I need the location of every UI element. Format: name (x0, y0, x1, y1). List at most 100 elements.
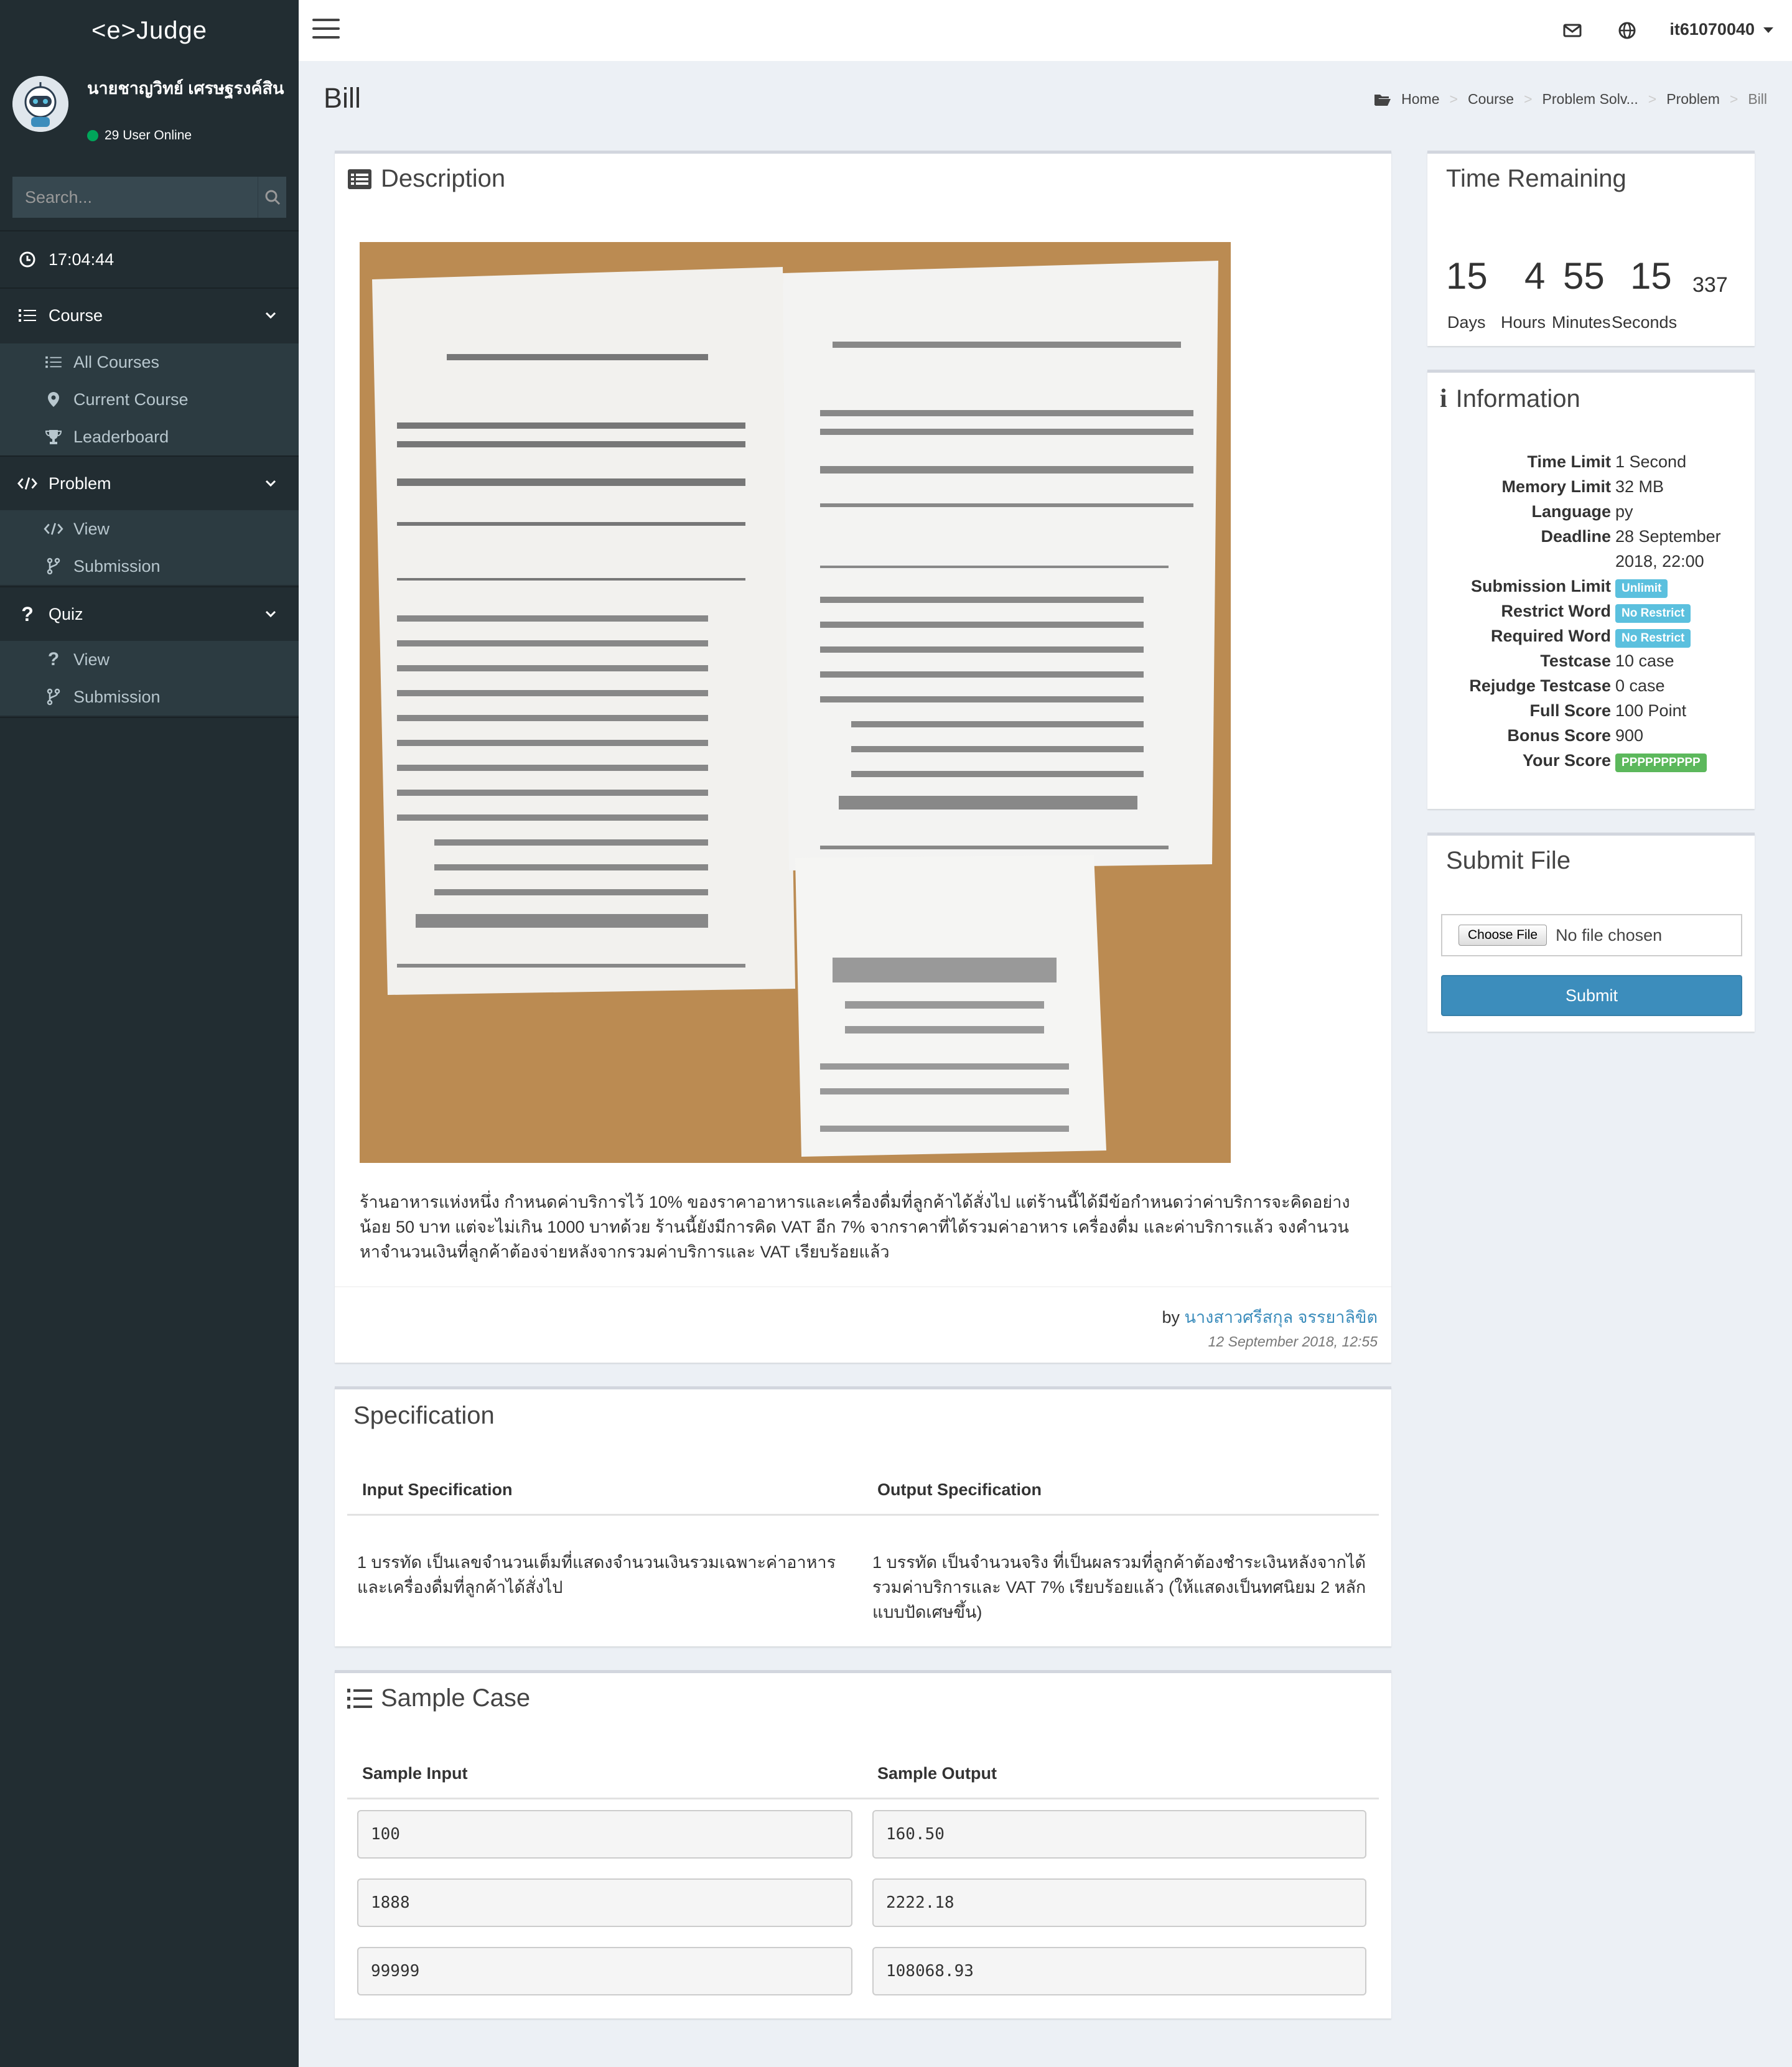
sample-input[interactable]: 1888 (357, 1878, 852, 1927)
sidebar-item-quiz-view[interactable]: ? View (0, 641, 299, 678)
breadcrumb-home[interactable]: Home (1401, 91, 1439, 108)
user-name: นายชาญวิทย์ เศรษฐรงค์สิน (87, 79, 284, 98)
submit-file-box: Submit File Choose File No file chosen S… (1427, 833, 1755, 1032)
sample-output[interactable]: 160.50 (872, 1810, 1366, 1859)
list-alt-icon (348, 169, 371, 189)
course-submenu: All Courses Current Course Leaderboard (0, 343, 299, 455)
code-icon (17, 476, 37, 491)
online-count: 29 User Online (105, 128, 192, 142)
breadcrumb: Home > Course > Problem Solv... > Proble… (1374, 91, 1767, 108)
info-time-limit: Time Limit 1 Second (1527, 452, 1687, 471)
sidebar: <e>Judge นายชาญวิทย์ เศรษฐรงค์สิน 29 Use… (0, 0, 299, 2067)
post-date: 12 September 2018, 12:55 (1208, 1333, 1378, 1350)
online-status: 29 User Online (87, 128, 192, 143)
search-input[interactable] (12, 177, 258, 218)
info-language: Language py (1531, 502, 1633, 521)
info-testcase: Testcase 10 case (1540, 651, 1674, 670)
menu-course-label: Course (49, 306, 103, 325)
info-deadline-time: 2018, 22:00 (1615, 552, 1704, 571)
submit-button[interactable]: Submit (1441, 975, 1742, 1016)
information-box: i Information Time Limit 1 Second Memory … (1427, 370, 1755, 809)
author-line: by นางสาวศรีสกุล จรรยาลิขิต (1162, 1304, 1378, 1330)
caret-down-icon[interactable] (1763, 27, 1773, 33)
envelope-icon[interactable] (1562, 20, 1583, 41)
days-label: Days (1447, 313, 1486, 332)
clock-icon (17, 251, 37, 268)
sidebar-item-label: Submission (73, 687, 161, 706)
code-fork-icon (44, 558, 63, 575)
sidebar-toggle-icon[interactable] (312, 19, 340, 41)
sample-input[interactable]: 99999 (357, 1947, 852, 1995)
chevron-down-icon (265, 480, 276, 487)
sample-output[interactable]: 2222.18 (872, 1878, 1366, 1927)
author-link[interactable]: นางสาวศรีสกุล จรรยาลิขิต (1185, 1308, 1378, 1327)
sample-input[interactable]: 100 (357, 1810, 852, 1859)
sidebar-item-current-course[interactable]: Current Course (0, 381, 299, 418)
by-label: by (1162, 1308, 1180, 1327)
status-badge: No Restrict (1615, 629, 1691, 648)
sample-output-header: Sample Output (877, 1764, 997, 1783)
quiz-submenu: ? View Submission (0, 641, 299, 716)
countdown-ms: 337 (1692, 273, 1728, 297)
info-bonus-score: Bonus Score 900 (1507, 726, 1644, 745)
description-text: ร้านอาหารแห่งหนึ่ง กำหนดค่าบริการไว้ 10%… (360, 1193, 1350, 1261)
info-your-score: Your Score PPPPPPPPPP (1427, 751, 1763, 776)
output-spec-header: Output Specification (877, 1480, 1042, 1499)
status-badge: No Restrict (1615, 604, 1691, 623)
sample-case-box: Sample Case Sample Input Sample Output 1… (335, 1670, 1391, 2018)
sidebar-item-label: View (73, 650, 110, 669)
file-status: No file chosen (1556, 925, 1663, 945)
breadcrumb-problem[interactable]: Problem (1666, 91, 1720, 108)
sidebar-item-label: Current Course (73, 390, 189, 409)
search-button[interactable] (258, 177, 286, 218)
submit-file-title: Submit File (1446, 847, 1571, 874)
sidebar-item-label: Submission (73, 556, 161, 576)
user-menu[interactable]: it61070040 (1669, 20, 1755, 39)
breadcrumb-problem-set[interactable]: Problem Solv... (1542, 91, 1638, 108)
file-input[interactable]: Choose File No file chosen (1441, 914, 1742, 956)
choose-file-button[interactable]: Choose File (1458, 925, 1547, 946)
chevron-down-icon (265, 610, 276, 618)
seconds-label: Seconds (1612, 313, 1678, 332)
status-badge: PPPPPPPPPP (1615, 754, 1707, 772)
breadcrumb-current: Bill (1748, 91, 1767, 107)
info-deadline: Deadline 28 September (1541, 527, 1721, 546)
minutes-label: Minutes (1552, 313, 1611, 332)
time-remaining-box: Time Remaining 15 4 55 15 337 Days Hours… (1427, 151, 1755, 346)
sidebar-item-leaderboard[interactable]: Leaderboard (0, 418, 299, 455)
receipt-image (360, 242, 1231, 1163)
sidebar-item-all-courses[interactable]: All Courses (0, 343, 299, 381)
menu-quiz[interactable]: ? Quiz (0, 596, 299, 632)
app-logo[interactable]: <e>Judge (0, 0, 299, 61)
trophy-icon (44, 429, 63, 445)
sidebar-search (12, 177, 286, 218)
list-icon (44, 355, 63, 369)
globe-icon[interactable] (1617, 20, 1638, 41)
info-icon: i (1440, 385, 1447, 413)
sidebar-item-label: View (73, 519, 110, 538)
sidebar-item-quiz-submission[interactable]: Submission (0, 678, 299, 716)
specification-box: Specification Input Specification Output… (335, 1386, 1391, 1646)
online-dot-icon (87, 130, 98, 141)
clock: 17:04:44 (0, 241, 299, 278)
countdown-seconds: 15 (1630, 255, 1672, 297)
top-navbar: it61070040 (299, 0, 1792, 61)
sidebar-item-label: Leaderboard (73, 427, 169, 446)
sample-output[interactable]: 108068.93 (872, 1947, 1366, 1995)
countdown-hours: 4 (1524, 255, 1546, 297)
menu-course[interactable]: Course (0, 297, 299, 334)
breadcrumb-course[interactable]: Course (1468, 91, 1514, 108)
question-icon: ? (21, 602, 34, 625)
info-submission-limit: Submission Limit Unlimit (1427, 577, 1763, 602)
avatar (12, 76, 68, 132)
sample-case-title: Sample Case (381, 1684, 531, 1712)
sidebar-item-problem-view[interactable]: View (0, 510, 299, 548)
sample-input-header: Sample Input (362, 1764, 468, 1783)
code-icon (44, 522, 63, 536)
map-marker-icon (44, 391, 63, 408)
countdown-days: 15 (1446, 255, 1488, 297)
description-title: Description (381, 165, 506, 192)
countdown-minutes: 55 (1563, 255, 1605, 297)
sidebar-item-problem-submission[interactable]: Submission (0, 548, 299, 585)
menu-problem[interactable]: Problem (0, 465, 299, 502)
